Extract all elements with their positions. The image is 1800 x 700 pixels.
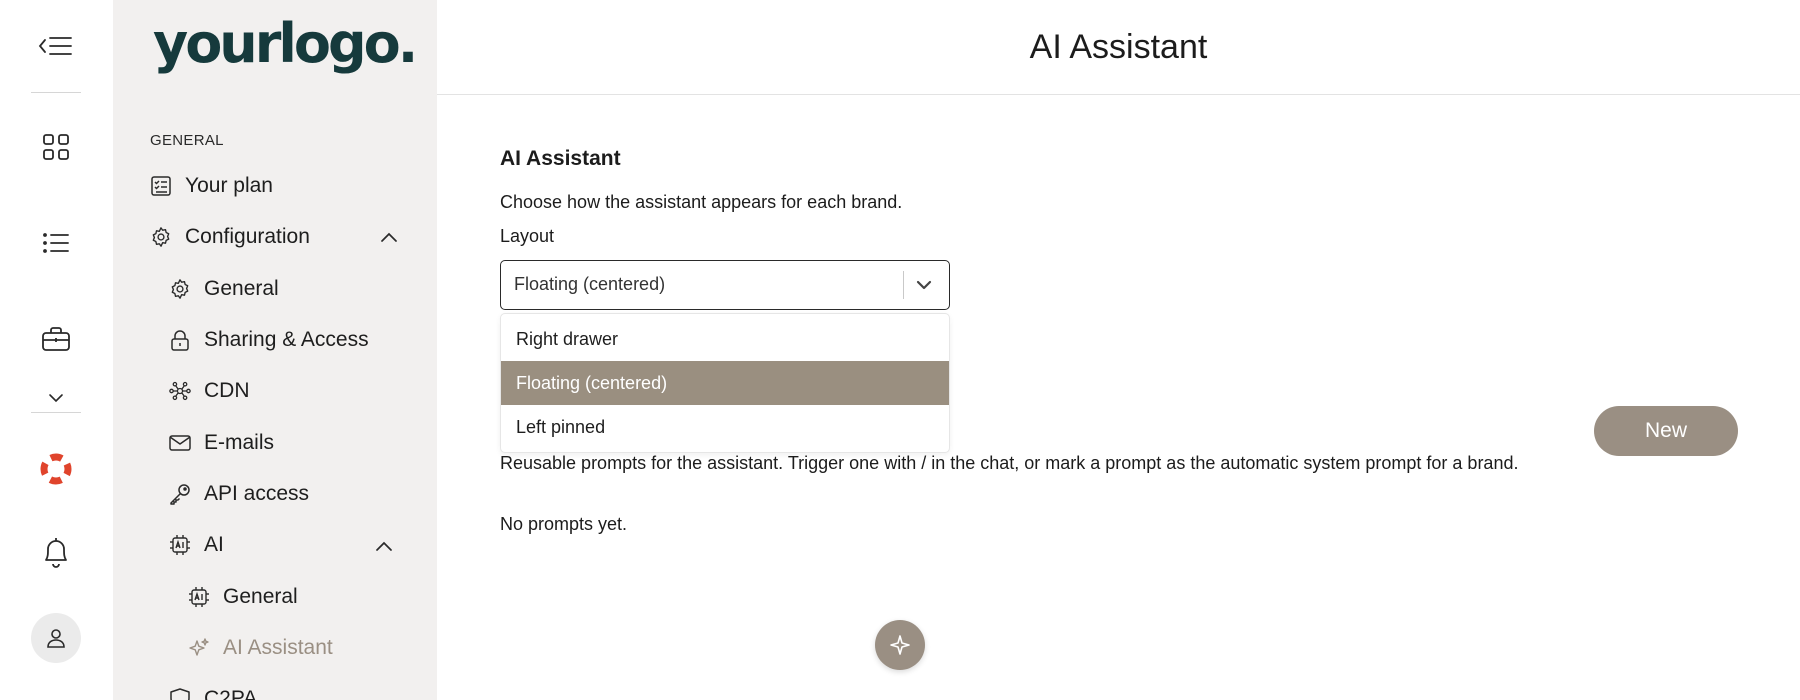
sidebar-item-label: E-mails [204, 431, 275, 454]
section-title-general: GENERAL [150, 132, 224, 149]
lifebuoy-icon[interactable] [40, 453, 72, 485]
layout-select[interactable]: Floating (centered) [500, 260, 950, 310]
avatar[interactable] [31, 613, 81, 663]
collapse-menu-icon[interactable] [38, 34, 74, 58]
assistant-fab[interactable] [875, 620, 925, 670]
sidebar: yourlogo. GENERAL Your plan Configuratio… [113, 0, 437, 700]
logo[interactable]: yourlogo. [153, 12, 418, 75]
sidebar-item-configuration[interactable]: Configuration [150, 225, 310, 249]
prompts-description: Reusable prompts for the assistant. Trig… [500, 453, 1519, 473]
grid-icon[interactable] [42, 133, 70, 161]
shield-icon [169, 688, 191, 700]
select-separator [903, 271, 904, 299]
sidebar-item-general[interactable]: General [169, 277, 279, 301]
ai-chip-icon [169, 534, 191, 556]
sidebar-item-ai[interactable]: AI [169, 533, 224, 557]
sidebar-item-sharing-access[interactable]: Sharing & Access [169, 328, 369, 352]
checklist-icon [150, 175, 172, 197]
rail-divider [31, 412, 81, 413]
bell-icon[interactable] [41, 535, 71, 569]
layout-option-left-pinned[interactable]: Left pinned [501, 405, 949, 449]
network-icon [169, 380, 191, 402]
sidebar-item-label: API access [204, 482, 310, 505]
briefcase-icon[interactable] [41, 326, 71, 352]
sidebar-item-label: General [204, 277, 279, 300]
new-button[interactable]: New [1594, 406, 1738, 456]
sidebar-item-your-plan[interactable]: Your plan [150, 174, 273, 198]
layout-option-right-drawer[interactable]: Right drawer [501, 317, 949, 361]
chevron-down-icon[interactable] [915, 276, 933, 294]
page-header: AI Assistant [437, 0, 1800, 95]
chevron-up-icon[interactable] [380, 232, 398, 243]
sidebar-item-label: General [223, 585, 298, 608]
empty-state: No prompts yet. [500, 514, 628, 534]
rail-divider [31, 92, 81, 93]
sparkle-icon [890, 635, 910, 655]
layout-dropdown-menu: Right drawer Floating (centered) Left pi… [500, 313, 950, 453]
user-icon [47, 629, 65, 648]
lock-icon [169, 329, 191, 351]
icon-rail [0, 0, 113, 700]
sidebar-item-ai-general[interactable]: General [188, 585, 298, 609]
section-description: Choose how the assistant appears for eac… [500, 192, 903, 212]
layout-select-value: Floating (centered) [514, 274, 666, 294]
sidebar-item-label: AI [204, 533, 224, 556]
sidebar-item-label: Sharing & Access [204, 328, 369, 351]
sidebar-item-api-access[interactable]: API access [169, 482, 309, 506]
envelope-icon [169, 432, 191, 454]
sidebar-item-label: Your plan [185, 174, 273, 197]
sidebar-item-label: C2PA [204, 687, 258, 700]
sidebar-item-e-mails[interactable]: E-mails [169, 431, 274, 455]
sidebar-item-ai-assistant[interactable]: AI Assistant [188, 636, 333, 660]
gear-icon [150, 226, 172, 248]
ai-chip-icon [188, 586, 210, 608]
sidebar-item-label: CDN [204, 379, 250, 402]
chevron-up-icon[interactable] [375, 541, 393, 552]
chevron-down-icon[interactable] [48, 393, 64, 403]
section-title: AI Assistant [500, 147, 621, 170]
layout-label: Layout [500, 226, 555, 246]
sparkle-icon [188, 637, 210, 659]
gear-icon [169, 278, 191, 300]
key-icon [169, 483, 191, 505]
sidebar-item-label: Configuration [185, 225, 310, 248]
page-title: AI Assistant [1029, 28, 1208, 66]
main-content: AI Assistant Choose how the assistant ap… [437, 95, 1800, 700]
layout-option-floating-centered[interactable]: Floating (centered) [501, 361, 949, 405]
sidebar-item-c2pa[interactable]: C2PA [169, 687, 257, 700]
sidebar-item-cdn[interactable]: CDN [169, 379, 250, 403]
list-icon[interactable] [42, 231, 70, 255]
sidebar-item-label: AI Assistant [223, 636, 333, 659]
